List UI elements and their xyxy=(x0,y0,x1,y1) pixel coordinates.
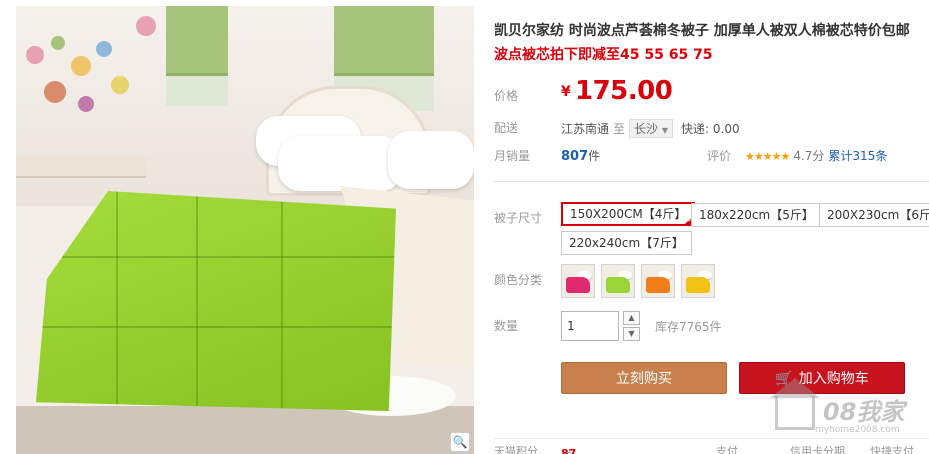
shipping-label: 配送 xyxy=(494,121,519,135)
express-pay[interactable]: 快捷支付 xyxy=(870,443,914,454)
sales-unit: 件 xyxy=(588,149,601,163)
quantity-up-button[interactable]: ▲ xyxy=(623,311,640,325)
size-option-selected[interactable]: 150X200CM【4斤】 xyxy=(561,202,696,226)
rating-block: 评价 ★★★★★ 4.7分 累计315条 xyxy=(707,147,887,164)
sales-label: 月销量 xyxy=(494,149,531,163)
chevron-down-icon: ▼ xyxy=(661,126,669,135)
green-quilt xyxy=(36,191,396,411)
monthly-sales: 807件 xyxy=(561,147,600,164)
color-swatch-green[interactable] xyxy=(601,264,635,298)
color-label: 颜色分类 xyxy=(494,273,543,287)
divider xyxy=(494,181,929,182)
product-image[interactable]: 🔍 xyxy=(16,6,474,454)
price-value: 175.00 xyxy=(575,76,673,106)
ship-from: 江苏南通 xyxy=(561,122,610,136)
site-watermark: 08我家 myhome2008.com xyxy=(770,378,925,444)
product-title[interactable]: 凯贝尔家纺 时尚波点芦荟棉冬被子 加厚单人被双人棉被芯特价包邮 xyxy=(494,20,910,40)
rating-stars-icon: ★★★★★ xyxy=(745,150,790,163)
color-swatch-yellow[interactable] xyxy=(681,264,715,298)
currency-symbol: ¥ xyxy=(561,84,571,100)
quantity-label: 数量 xyxy=(494,319,519,333)
size-label: 被子尺寸 xyxy=(494,211,543,225)
review-count-link[interactable]: 累计315条 xyxy=(828,149,887,163)
rating-score: 4.7分 xyxy=(793,149,825,163)
shipping-info: 江苏南通至长沙 ▼ 快递: 0.00 xyxy=(561,119,740,138)
ship-to-word: 至 xyxy=(613,122,626,136)
destination-select[interactable]: 长沙 ▼ xyxy=(629,119,674,138)
pay-label: 支付 xyxy=(716,445,738,454)
credit-installment[interactable]: 信用卡分期 xyxy=(790,443,845,454)
size-option[interactable]: 220x240cm【7斤】 xyxy=(561,231,692,255)
color-swatch-pink[interactable] xyxy=(561,264,595,298)
quantity-down-button[interactable]: ▼ xyxy=(623,327,640,341)
points-label: 天猫积分 xyxy=(494,445,538,454)
price-label: 价格 xyxy=(494,89,519,103)
zoom-icon[interactable]: 🔍 xyxy=(450,432,470,452)
quantity-input[interactable] xyxy=(561,311,619,341)
buy-now-button[interactable]: 立刻购买 xyxy=(561,362,727,394)
rating-label: 评价 xyxy=(707,149,732,163)
color-swatch-orange[interactable] xyxy=(641,264,675,298)
promo-text: 波点被芯拍下即减至45 55 65 75 xyxy=(494,47,713,63)
size-option[interactable]: 200X230cm【6斤】 xyxy=(819,203,929,227)
sales-count: 807 xyxy=(561,149,589,164)
shipping-fee: 快递: 0.00 xyxy=(681,122,740,136)
size-option[interactable]: 180x220cm【5斤】 xyxy=(691,203,822,227)
add-to-cart-button[interactable]: 🛒 加入购物车 xyxy=(739,362,905,394)
house-icon xyxy=(770,378,820,430)
stock-count: 库存7765件 xyxy=(655,320,722,334)
